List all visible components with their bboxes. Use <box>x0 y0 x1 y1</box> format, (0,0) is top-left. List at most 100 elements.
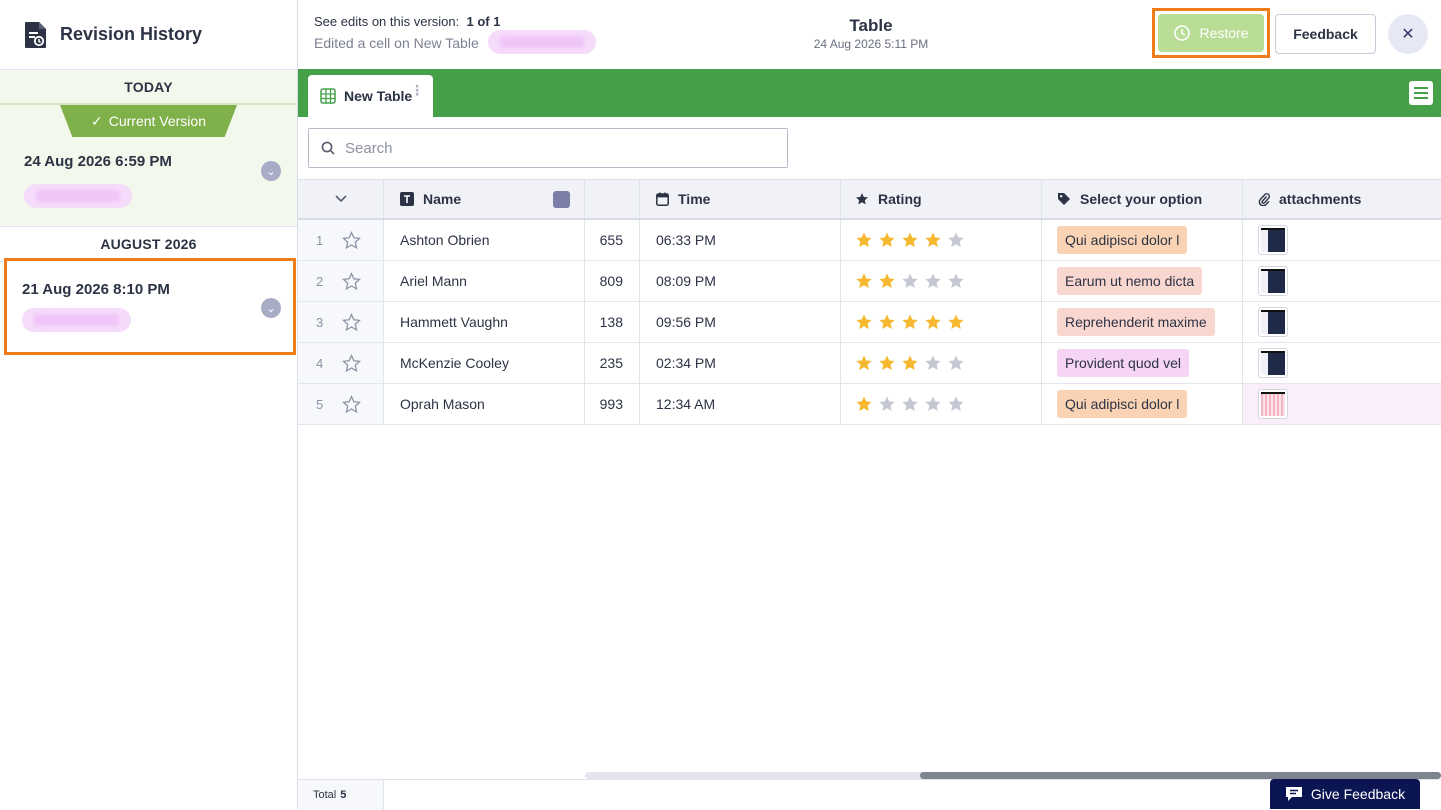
revision-author-avatar <box>24 184 132 208</box>
revision-item-current[interactable]: ✓ Current Version 24 Aug 2026 6:59 PM ⌄ <box>0 105 297 227</box>
scrollbar-thumb[interactable] <box>920 772 1441 779</box>
rating-star-icon[interactable] <box>878 231 896 249</box>
rating-star-icon[interactable] <box>947 395 965 413</box>
hamburger-menu-icon[interactable] <box>1409 81 1433 105</box>
name-cell[interactable]: Oprah Mason <box>384 384 585 424</box>
row-index-cell: 4 <box>298 343 384 383</box>
search-input[interactable] <box>345 139 765 157</box>
rating-star-icon[interactable] <box>901 395 919 413</box>
column-header-attachments[interactable]: attachments <box>1243 180 1441 218</box>
name-cell[interactable]: Ashton Obrien <box>384 220 585 260</box>
rating-star-icon[interactable] <box>855 313 873 331</box>
table-row[interactable]: 2 Ariel Mann 809 08:09 PM Earum ut nemo … <box>298 261 1441 302</box>
name-cell[interactable]: McKenzie Cooley <box>384 343 585 383</box>
select-all-chevron-icon[interactable] <box>298 180 384 218</box>
rating-star-icon[interactable] <box>878 354 896 372</box>
feedback-button[interactable]: Feedback <box>1275 14 1376 54</box>
rating-cell[interactable] <box>841 343 1042 383</box>
restore-label: Restore <box>1199 25 1249 41</box>
option-cell[interactable]: Qui adipisci dolor l <box>1042 220 1243 260</box>
attachment-thumbnail[interactable] <box>1258 389 1288 419</box>
kebab-menu-icon[interactable]: ⋮ <box>410 83 424 97</box>
give-feedback-label: Give Feedback <box>1310 786 1406 802</box>
option-cell[interactable]: Earum ut nemo dicta <box>1042 261 1243 301</box>
option-cell[interactable]: Reprehenderit maxime <box>1042 302 1243 342</box>
give-feedback-button[interactable]: Give Feedback <box>1270 779 1420 809</box>
time-cell[interactable]: 12:34 AM <box>640 384 841 424</box>
column-header-number[interactable] <box>585 180 640 218</box>
chevron-down-icon[interactable]: ⌄ <box>261 298 281 318</box>
time-cell[interactable]: 02:34 PM <box>640 343 841 383</box>
time-cell[interactable]: 06:33 PM <box>640 220 841 260</box>
document-history-icon <box>25 21 46 48</box>
attachment-thumbnail[interactable] <box>1258 348 1288 378</box>
table-row[interactable]: 1 Ashton Obrien 655 06:33 PM Qui adipisc… <box>298 220 1441 261</box>
favorite-star-icon[interactable] <box>342 231 361 250</box>
attachment-cell[interactable] <box>1243 261 1441 301</box>
rating-star-icon[interactable] <box>947 354 965 372</box>
rating-star-icon[interactable] <box>924 231 942 249</box>
rating-star-icon[interactable] <box>878 395 896 413</box>
rating-star-icon[interactable] <box>924 313 942 331</box>
rating-cell[interactable] <box>841 220 1042 260</box>
rating-star-icon[interactable] <box>901 231 919 249</box>
rating-cell[interactable] <box>841 302 1042 342</box>
column-header-select-option[interactable]: Select your option <box>1042 180 1243 218</box>
rating-cell[interactable] <box>841 261 1042 301</box>
option-cell[interactable]: Provident quod vel <box>1042 343 1243 383</box>
number-cell[interactable]: 655 <box>585 220 640 260</box>
restore-button[interactable]: Restore <box>1158 14 1264 52</box>
close-icon[interactable]: ✕ <box>1388 14 1428 54</box>
tab-new-table[interactable]: New Table ⋮ <box>308 75 433 117</box>
rating-cell[interactable] <box>841 384 1042 424</box>
column-label: Time <box>678 191 711 207</box>
rating-star-icon[interactable] <box>901 313 919 331</box>
rating-star-icon[interactable] <box>924 354 942 372</box>
table-row[interactable]: 5 Oprah Mason 993 12:34 AM Qui adipisci … <box>298 384 1441 425</box>
name-cell[interactable]: Ariel Mann <box>384 261 585 301</box>
attachment-cell[interactable] <box>1243 302 1441 342</box>
attachment-thumbnail[interactable] <box>1258 266 1288 296</box>
number-cell[interactable]: 993 <box>585 384 640 424</box>
favorite-star-icon[interactable] <box>342 313 361 332</box>
rating-star-icon[interactable] <box>924 272 942 290</box>
horizontal-scrollbar[interactable] <box>585 772 1441 779</box>
number-value: 993 <box>599 396 623 412</box>
option-cell[interactable]: Qui adipisci dolor l <box>1042 384 1243 424</box>
favorite-star-icon[interactable] <box>342 395 361 414</box>
favorite-star-icon[interactable] <box>342 354 361 373</box>
rating-star-icon[interactable] <box>947 313 965 331</box>
rating-star-icon[interactable] <box>878 313 896 331</box>
favorite-star-icon[interactable] <box>342 272 361 291</box>
rating-star-icon[interactable] <box>855 231 873 249</box>
rating-star-icon[interactable] <box>855 395 873 413</box>
column-header-time[interactable]: Time <box>640 180 841 218</box>
column-header-rating[interactable]: Rating <box>841 180 1042 218</box>
rating-star-icon[interactable] <box>855 272 873 290</box>
rating-star-icon[interactable] <box>924 395 942 413</box>
name-cell[interactable]: Hammett Vaughn <box>384 302 585 342</box>
time-cell[interactable]: 08:09 PM <box>640 261 841 301</box>
attachment-cell[interactable] <box>1243 220 1441 260</box>
rating-star-icon[interactable] <box>947 231 965 249</box>
revision-item-selected[interactable]: 21 Aug 2026 8:10 PM ⌄ <box>4 258 296 355</box>
time-cell[interactable]: 09:56 PM <box>640 302 841 342</box>
rating-star-icon[interactable] <box>947 272 965 290</box>
attachment-cell[interactable] <box>1243 384 1441 424</box>
table-row[interactable]: 3 Hammett Vaughn 138 09:56 PM Reprehende… <box>298 302 1441 343</box>
rating-star-icon[interactable] <box>901 272 919 290</box>
current-version-badge: ✓ Current Version <box>60 105 237 137</box>
attachment-cell[interactable] <box>1243 343 1441 383</box>
column-header-name[interactable]: Name <box>384 180 585 218</box>
rating-star-icon[interactable] <box>855 354 873 372</box>
number-cell[interactable]: 138 <box>585 302 640 342</box>
rating-star-icon[interactable] <box>901 354 919 372</box>
number-cell[interactable]: 235 <box>585 343 640 383</box>
attachment-thumbnail[interactable] <box>1258 225 1288 255</box>
pin-icon[interactable] <box>553 191 570 208</box>
chevron-down-icon[interactable]: ⌄ <box>261 161 281 181</box>
attachment-thumbnail[interactable] <box>1258 307 1288 337</box>
rating-star-icon[interactable] <box>878 272 896 290</box>
table-row[interactable]: 4 McKenzie Cooley 235 02:34 PM Provident… <box>298 343 1441 384</box>
number-cell[interactable]: 809 <box>585 261 640 301</box>
